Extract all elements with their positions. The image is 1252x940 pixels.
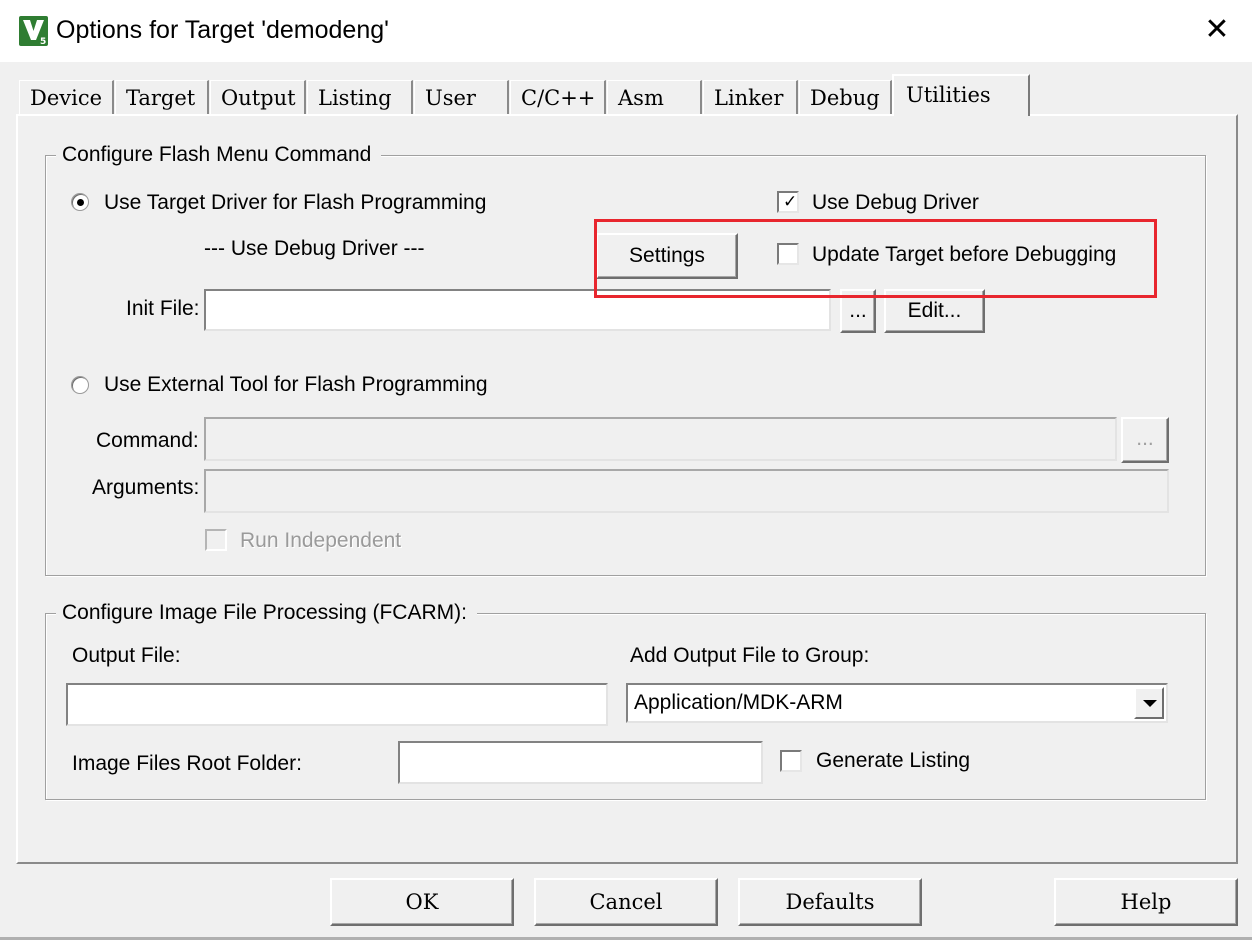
output-file-input[interactable] (66, 683, 608, 726)
run-independent-checkbox[interactable] (205, 529, 227, 551)
command-input[interactable] (204, 417, 1117, 461)
chevron-down-icon[interactable] (1134, 687, 1164, 719)
image-group-title: Configure Image File Processing (FCARM): (56, 601, 477, 625)
tab-output[interactable]: Output (210, 80, 306, 114)
tab-asm[interactable]: Asm (607, 80, 702, 114)
tab-target[interactable]: Target (115, 80, 209, 114)
image-root-folder-input[interactable] (398, 741, 763, 784)
generate-listing-checkbox[interactable] (780, 750, 802, 772)
init-file-label: Init File: (126, 297, 200, 320)
keil-uvision-5-icon: 5 (19, 16, 48, 46)
use-debug-driver-checkbox[interactable]: ✓ (777, 191, 799, 213)
tab-device[interactable]: Device (19, 80, 114, 114)
output-group-selected-value: Application/MDK-ARM (634, 691, 843, 714)
tab-listing[interactable]: Listing (307, 80, 413, 114)
arguments-label: Arguments: (92, 476, 200, 499)
tab-linker[interactable]: Linker (703, 80, 798, 114)
use-external-tool-radio[interactable] (71, 376, 89, 394)
use-target-driver-radio[interactable] (71, 193, 89, 211)
arguments-input[interactable] (204, 469, 1169, 513)
check-mark-icon: ✓ (783, 192, 798, 211)
cancel-button[interactable]: Cancel (534, 878, 718, 926)
tab-debug[interactable]: Debug (799, 80, 892, 114)
help-button[interactable]: Help (1054, 878, 1238, 926)
run-independent-label[interactable]: Run Independent (240, 528, 401, 554)
highlight-annotation-box (594, 219, 1157, 298)
driver-name-label: --- Use Debug Driver --- (204, 237, 425, 260)
tab-utilities[interactable]: Utilities (892, 74, 1030, 116)
defaults-button[interactable]: Defaults (738, 878, 922, 926)
output-group-select[interactable]: Application/MDK-ARM (626, 683, 1168, 723)
tab-c-cpp[interactable]: C/C++ (510, 80, 606, 114)
command-label: Command: (96, 429, 199, 452)
image-root-folder-label: Image Files Root Folder: (72, 752, 302, 775)
window-title: Options for Target 'demodeng' (56, 16, 389, 44)
generate-listing-label[interactable]: Generate Listing (816, 748, 970, 774)
use-external-tool-label[interactable]: Use External Tool for Flash Programming (104, 372, 488, 398)
close-icon[interactable]: ✕ (1200, 12, 1234, 50)
use-debug-driver-label[interactable]: Use Debug Driver (812, 190, 979, 216)
svg-text:5: 5 (40, 37, 46, 46)
use-target-driver-label[interactable]: Use Target Driver for Flash Programming (104, 190, 486, 216)
command-browse-button[interactable]: ... (1121, 417, 1169, 463)
add-output-group-label: Add Output File to Group: (630, 644, 870, 667)
output-file-label: Output File: (72, 644, 181, 667)
radio-selected-dot (77, 199, 84, 206)
ok-button[interactable]: OK (330, 878, 514, 926)
tab-user[interactable]: User (414, 80, 509, 114)
flash-group-title: Configure Flash Menu Command (56, 143, 382, 167)
